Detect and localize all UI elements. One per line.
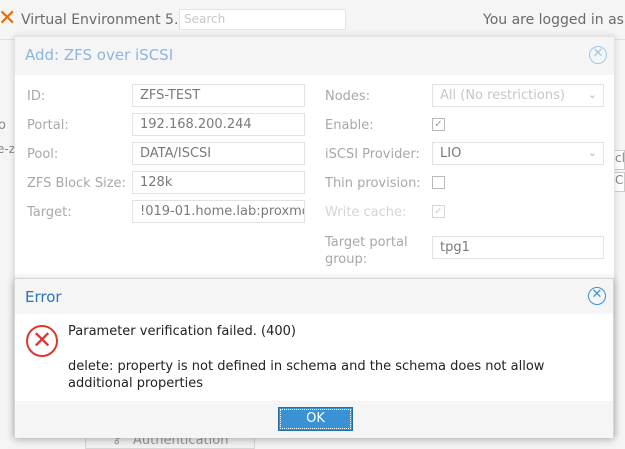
nodes-select[interactable]: All (No restrictions) ⌄: [432, 84, 604, 107]
write-cache-label: Write cache:: [325, 205, 407, 220]
app-header: ✕ Virtual Environment 5.3-8 Search You a…: [0, 0, 625, 40]
thin-provision-label: Thin provision:: [325, 176, 421, 191]
portal-label: Portal:: [27, 118, 69, 133]
nodes-select-value: All (No restrictions): [440, 88, 565, 103]
background-control: C: [614, 172, 625, 192]
portal-field[interactable]: 192.168.200.244: [132, 113, 305, 136]
login-status: You are logged in as 'roo: [483, 12, 625, 28]
error-message-summary: Parameter verification failed. (400): [68, 324, 296, 339]
thin-provision-checkbox[interactable]: [432, 176, 445, 189]
proxmox-logo-icon: ✕: [0, 6, 17, 31]
pool-label: Pool:: [27, 147, 59, 162]
close-icon[interactable]: ✕: [588, 287, 606, 305]
error-dialog-header: Error ✕: [15, 279, 613, 314]
chevron-down-icon[interactable]: ⌄: [588, 146, 597, 159]
app-title: Virtual Environment 5.3-8: [21, 12, 202, 28]
error-icon: ✕: [26, 325, 58, 357]
iscsi-provider-label: iSCSI Provider:: [325, 147, 420, 162]
ok-button[interactable]: OK: [278, 407, 353, 431]
write-cache-checkbox[interactable]: ✓: [432, 205, 445, 218]
nodes-label: Nodes:: [325, 89, 371, 104]
search-input[interactable]: Search: [179, 9, 346, 30]
target-label: Target:: [27, 205, 72, 220]
error-dialog: Error ✕ ✕ Parameter verification failed.…: [14, 278, 614, 438]
target-portal-group-label: Target portal group:: [325, 235, 408, 267]
background-text-fragment: o: [0, 118, 6, 133]
close-icon[interactable]: ✕: [589, 46, 607, 64]
zfs-block-size-field[interactable]: 128k: [132, 171, 305, 194]
id-label: ID:: [27, 89, 46, 104]
pool-field[interactable]: DATA/ISCSI: [132, 142, 305, 165]
enable-checkbox[interactable]: ✓: [432, 118, 445, 131]
chevron-down-icon[interactable]: ⌄: [588, 88, 597, 101]
enable-label: Enable:: [325, 118, 374, 133]
iscsi-provider-select[interactable]: LIO ⌄: [432, 142, 604, 165]
error-dialog-footer: OK: [15, 401, 613, 438]
dialog-title: Add: ZFS over iSCSI: [25, 46, 174, 64]
error-message-detail: delete: property is not defined in schem…: [68, 359, 545, 391]
target-field[interactable]: !019-01.home.lab:proxmox: [132, 200, 305, 223]
error-title: Error: [25, 288, 62, 306]
dialog-header: Add: ZFS over iSCSI ✕: [15, 37, 614, 75]
id-field[interactable]: ZFS-TEST: [132, 84, 305, 107]
iscsi-provider-value: LIO: [440, 146, 462, 161]
background-text-fragment: e-z: [0, 142, 16, 156]
background-sidebar: [0, 40, 14, 449]
background-control: cl: [614, 150, 625, 170]
zfs-block-size-label: ZFS Block Size:: [27, 176, 126, 191]
target-portal-group-field[interactable]: tpg1: [432, 236, 604, 259]
